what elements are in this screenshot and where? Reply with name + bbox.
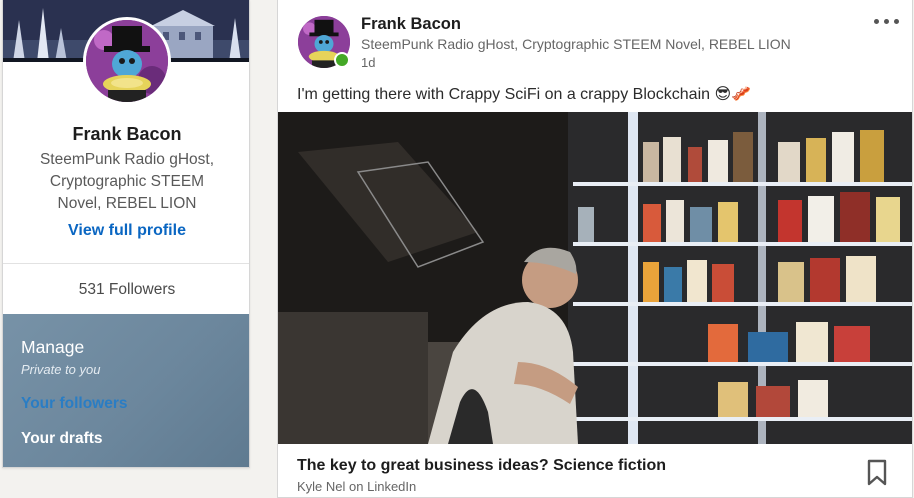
manage-subtitle: Private to you bbox=[21, 362, 101, 377]
online-status-indicator bbox=[334, 52, 350, 68]
more-options-button[interactable] bbox=[872, 10, 902, 32]
profile-card: Frank Bacon SteemPunk Radio gHost, Crypt… bbox=[2, 0, 250, 468]
profile-avatar[interactable] bbox=[83, 17, 171, 105]
ellipsis-icon bbox=[894, 19, 899, 24]
ellipsis-icon bbox=[874, 19, 879, 24]
your-drafts-link[interactable]: Your drafts bbox=[21, 430, 103, 448]
manage-title: Manage bbox=[21, 337, 85, 357]
post-link-image[interactable] bbox=[278, 112, 912, 444]
ellipsis-icon bbox=[884, 19, 889, 24]
post-text: I'm getting there with Crappy SciFi on a… bbox=[297, 86, 752, 103]
bookmark-button[interactable] bbox=[866, 459, 888, 487]
link-preview-source: Kyle Nel on LinkedIn bbox=[297, 479, 417, 494]
post-author-headline: SteemPunk Radio gHost, Cryptographic STE… bbox=[361, 36, 791, 52]
feed-post-card: Frank Bacon SteemPunk Radio gHost, Crypt… bbox=[277, 0, 913, 498]
manage-panel: Manage Private to you Your followers You… bbox=[3, 314, 249, 467]
view-full-profile-link[interactable]: View full profile bbox=[3, 222, 249, 240]
bookmark-icon bbox=[867, 459, 887, 486]
steampunk-portrait-icon bbox=[86, 20, 168, 102]
post-author-name[interactable]: Frank Bacon bbox=[361, 15, 461, 34]
divider bbox=[3, 263, 249, 264]
link-preview-title[interactable]: The key to great business ideas? Science… bbox=[297, 457, 666, 475]
post-timestamp: 1d bbox=[361, 55, 376, 70]
profile-name[interactable]: Frank Bacon bbox=[3, 124, 249, 145]
profile-headline: SteemPunk Radio gHost, Cryptographic STE… bbox=[39, 151, 215, 212]
bookshelf-museum-photo bbox=[278, 112, 912, 444]
your-followers-link[interactable]: Your followers bbox=[21, 395, 128, 413]
followers-count[interactable]: 531 Followers bbox=[3, 281, 249, 299]
